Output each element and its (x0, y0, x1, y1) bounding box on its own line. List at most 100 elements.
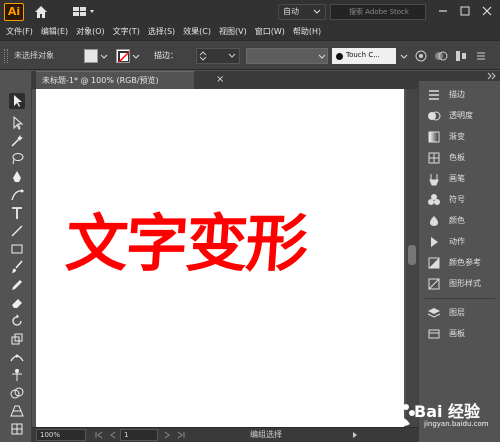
stepper-icon[interactable] (199, 51, 207, 61)
control-bar: 未选择对象 描边： Touch C... (0, 40, 500, 70)
stroke-weight-field[interactable] (196, 48, 240, 64)
maximize-icon[interactable] (458, 4, 472, 18)
line-tool-icon[interactable] (9, 223, 25, 239)
recolor-artwork-icon[interactable] (414, 49, 428, 63)
panel-symbols[interactable]: 符号 (425, 190, 499, 210)
status-text: 编组选择 (250, 430, 282, 439)
close-icon[interactable] (480, 4, 494, 18)
panel-transparency[interactable]: 透明度 (425, 106, 499, 126)
close-tab-icon[interactable]: × (216, 75, 226, 85)
artboard-number-field[interactable]: 1 (120, 429, 158, 441)
puppet-warp-tool-icon[interactable] (9, 367, 25, 383)
menu-edit[interactable]: 编辑(E) (41, 24, 68, 40)
menu-window[interactable]: 窗口(W) (255, 24, 285, 40)
paintbrush-tool-icon[interactable] (9, 259, 25, 275)
align-icon[interactable] (454, 49, 468, 63)
panel-actions[interactable]: 动作 (425, 232, 499, 252)
minimize-icon[interactable] (436, 4, 450, 18)
menu-select[interactable]: 选择(S) (148, 24, 175, 40)
opacity-icon[interactable] (434, 49, 448, 63)
zoom-level-field[interactable]: 100% (36, 429, 86, 441)
rectangle-tool-icon[interactable] (9, 241, 25, 257)
last-artboard-icon[interactable] (176, 430, 186, 440)
menu-help[interactable]: 帮助(H) (293, 24, 321, 40)
width-tool-icon[interactable] (9, 349, 25, 365)
panel-dock: 描边 透明度 渐变 色板 画笔 符号 颜色 动作 颜色参考 图形样式 图层 画板 (418, 71, 500, 442)
dock-header[interactable] (419, 71, 500, 81)
menu-effect[interactable]: 效果(C) (183, 24, 211, 40)
adobe-stock-search-input[interactable]: 搜索 Adobe Stock (330, 4, 426, 20)
brushes-panel-icon (429, 174, 439, 186)
menu-type[interactable]: 文字(T) (113, 24, 140, 40)
fill-color-swatch[interactable] (84, 49, 98, 63)
panel-label: 图形样式 (449, 279, 481, 288)
workspace-label: 自动 (283, 7, 299, 16)
panel-label: 渐变 (449, 132, 465, 141)
menu-icon[interactable] (474, 49, 488, 63)
magic-wand-tool-icon[interactable] (9, 133, 25, 149)
previous-artboard-icon[interactable] (108, 430, 118, 440)
watermark-text: Bai 经验 (414, 402, 481, 421)
chevron-down-icon[interactable] (228, 53, 236, 59)
rotate-tool-icon[interactable] (9, 313, 25, 329)
panel-label: 画笔 (449, 174, 465, 183)
artboard[interactable]: 文字变形 (36, 89, 404, 427)
menu-object[interactable]: 对象(O) (76, 24, 105, 40)
panel-layers[interactable]: 图层 (425, 303, 499, 323)
stroke-color-swatch[interactable] (116, 49, 130, 63)
panel-graphic-styles[interactable]: 图形样式 (425, 274, 499, 294)
document-tab[interactable]: 未标题-1* @ 100% (RGB/预览) × (36, 71, 224, 89)
first-artboard-icon[interactable] (94, 430, 104, 440)
panel-color-guide[interactable]: 颜色参考 (425, 253, 499, 273)
scale-tool-icon[interactable] (9, 331, 25, 347)
panel-label: 色板 (449, 153, 465, 162)
chevron-down-icon[interactable] (318, 53, 326, 61)
menu-bar: 文件(F) 编辑(E) 对象(O) 文字(T) 选择(S) 效果(C) 视图(V… (0, 24, 500, 40)
selection-tool-icon[interactable] (9, 93, 25, 109)
panel-swatches[interactable]: 色板 (425, 148, 499, 168)
eraser-tool-icon[interactable] (9, 295, 25, 311)
document-tab-title: 未标题-1* @ 100% (RGB/预览) (42, 76, 159, 85)
workspace-switcher[interactable]: 自动 (278, 4, 326, 20)
panel-brushes[interactable]: 画笔 (425, 169, 499, 189)
variable-width-profile[interactable] (246, 48, 328, 64)
panel-gradient[interactable]: 渐变 (425, 127, 499, 147)
panel-stroke[interactable]: 描边 (425, 85, 499, 105)
next-artboard-icon[interactable] (162, 430, 172, 440)
chevron-down-icon[interactable] (400, 53, 408, 61)
menu-file[interactable]: 文件(F) (6, 24, 33, 40)
chevron-down-icon[interactable] (100, 53, 108, 61)
canvas-area[interactable]: 文字变形 (32, 89, 406, 427)
collapse-icon[interactable] (487, 72, 497, 80)
swatches-panel-icon (428, 152, 440, 164)
arrange-documents-icon[interactable] (72, 5, 96, 19)
mesh-tool-icon[interactable] (9, 421, 25, 437)
home-icon[interactable] (34, 5, 48, 19)
panel-label: 颜色参考 (449, 258, 481, 267)
lasso-tool-icon[interactable] (9, 151, 25, 167)
panel-color[interactable]: 颜色 (425, 211, 499, 231)
artwork-text[interactable]: 文字变形 (63, 207, 379, 280)
status-menu-arrow-icon[interactable] (350, 430, 360, 440)
chevron-down-icon[interactable] (132, 53, 140, 61)
curvature-tool-icon[interactable] (9, 187, 25, 203)
panel-artboards[interactable]: 画板 (425, 324, 499, 344)
vertical-scrollbar[interactable] (406, 89, 418, 427)
symbols-panel-icon (428, 194, 440, 205)
tools-panel (0, 71, 32, 442)
perspective-grid-tool-icon[interactable] (9, 403, 25, 419)
artboards-panel-icon (428, 329, 440, 339)
shape-builder-tool-icon[interactable] (9, 385, 25, 401)
dock-separator (425, 298, 495, 299)
direct-selection-tool-icon[interactable] (9, 115, 25, 131)
panel-grip[interactable] (4, 49, 8, 63)
pen-tool-icon[interactable] (9, 169, 25, 185)
type-tool-icon[interactable] (9, 205, 25, 221)
scrollbar-thumb[interactable] (408, 245, 416, 265)
graphic-styles-panel-icon (428, 278, 440, 290)
pencil-tool-icon[interactable] (9, 277, 25, 293)
stroke-label: 描边： (154, 51, 178, 60)
panel-label: 动作 (449, 237, 465, 246)
menu-view[interactable]: 视图(V) (219, 24, 247, 40)
status-bar: 100% 1 编组选择 (32, 427, 418, 442)
